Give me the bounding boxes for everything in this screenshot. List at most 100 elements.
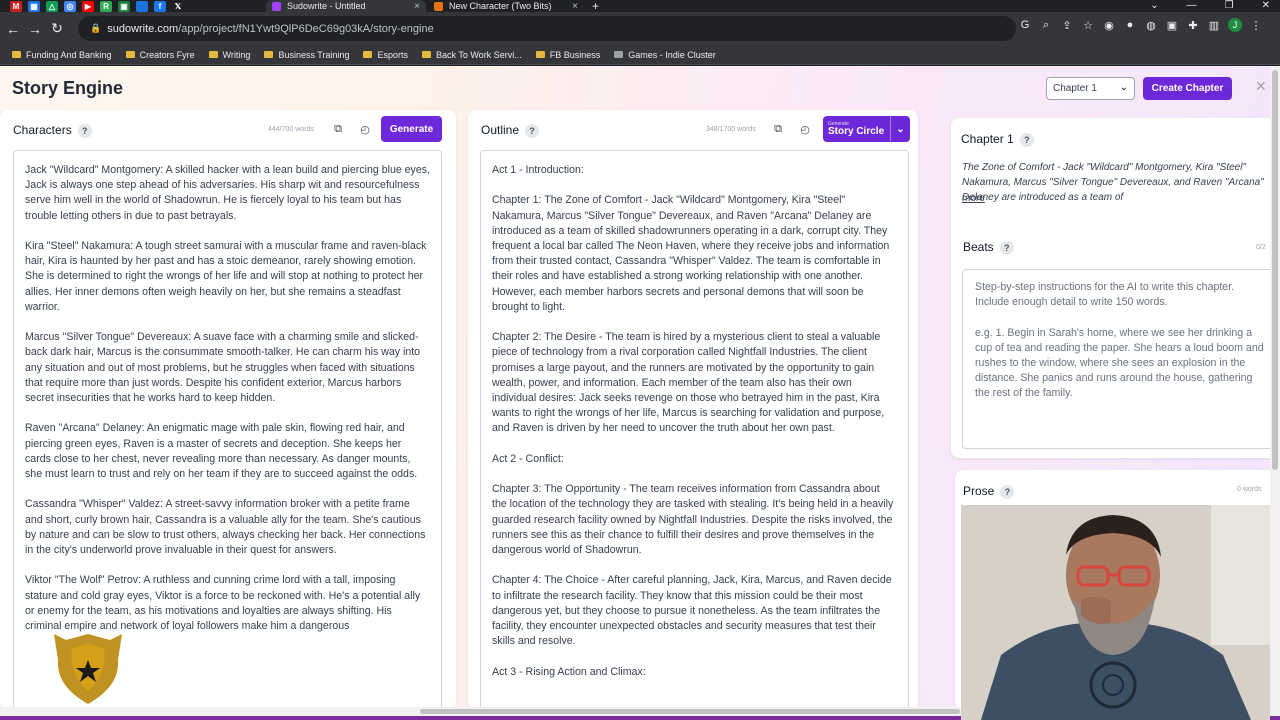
person-icon[interactable]: 👤 [136,0,148,12]
prose-title: Prose [963,484,995,498]
chapter-heading: Chapter 1? [961,132,1034,147]
minimize-icon[interactable]: — [1187,0,1197,11]
characters-panel: Characters? 444/700 words ⧉ ◴ Generate J… [0,110,456,707]
close-tab-icon[interactable]: × [414,1,420,12]
folder-icon [535,51,545,58]
character-paragraph: Raven "Arcana" Delaney: An enigmatic mag… [25,422,418,481]
bookmark-label: Back To Work Servi... [436,49,522,60]
sidebar-icon[interactable]: ▥ [1207,18,1221,32]
prose-heading: Prose? [963,484,1015,499]
reload-icon[interactable]: ↻ [46,20,68,37]
create-chapter-button[interactable]: Create Chapter [1143,77,1232,100]
help-icon[interactable]: ? [77,123,92,138]
chevron-down-icon[interactable]: ⌄ [890,116,910,142]
folder-icon [12,51,21,58]
bookmark-folder[interactable]: Business Training [264,50,349,60]
chapter-select[interactable]: Chapter 1 ⌄ [1046,77,1135,100]
close-icon[interactable]: ✕ [1255,78,1267,95]
prose-word-count: 0 words [1237,486,1262,493]
more-link[interactable]: more [962,193,985,204]
outline-title: Outline [481,123,520,137]
vertical-scrollbar[interactable] [1270,66,1280,707]
folder-icon [208,51,218,58]
word-count: 348/1700 words [706,126,756,133]
webcam-overlay [961,505,1270,720]
bookmark-label: Funding And Banking [26,49,112,60]
bookmark-label: Esports [377,49,408,60]
bookmark-folder[interactable]: Back To Work Servi... [422,50,522,60]
chapter-title: Chapter 1 [961,132,1014,146]
folder-icon [125,51,135,58]
calendar-icon[interactable]: ▦ [28,0,40,12]
drive-icon[interactable]: △ [46,0,58,12]
help-icon[interactable]: ? [999,240,1014,255]
generate-caption: Generate [828,120,849,127]
outline-paragraph: Act 2 - Conflict: [492,452,564,465]
character-paragraph: Marcus "Silver Tongue" Devereaux: A suav… [25,331,421,405]
outline-textarea[interactable]: Act 1 - Introduction: Chapter 1: The Zon… [480,150,909,707]
extension-icon[interactable]: ● [1123,18,1137,32]
sheets-icon[interactable]: ▣ [118,0,130,12]
scrollbar-thumb[interactable] [420,709,960,714]
bookmark-folder[interactable]: FB Business [535,49,601,60]
bookmark-label: Games - Indie Cluster [628,49,716,60]
bookmark-link[interactable]: Games - Indie Cluster [614,50,716,60]
window-close-icon[interactable]: ✕ [1262,0,1270,11]
help-icon[interactable]: ? [1000,484,1015,499]
restore-icon[interactable]: ❐ [1225,0,1234,11]
chevron-down-icon: ⌄ [1119,82,1128,93]
address-bar-row: ← → ↻ 🔒 sudowrite.com/app/project/fN1Ywt… [0,12,1280,45]
lock-icon[interactable]: 🔒 [90,23,101,34]
url-input[interactable]: 🔒 sudowrite.com/app/project/fN1Ywt9QlP6D… [78,16,1016,41]
copy-icon[interactable]: ⧉ [771,122,785,136]
x-icon[interactable]: 𝕏 [172,0,184,12]
bookmark-label: FB Business [549,49,601,60]
chrome-icon[interactable]: ◎ [64,0,76,12]
tab-title: New Character (Two Bits) [449,1,552,11]
profile-avatar[interactable]: J [1228,18,1242,32]
beats-placeholder: Step-by-step instructions for the AI to … [975,281,1235,309]
share-icon[interactable]: ⇪ [1060,18,1074,32]
tab-new-character[interactable]: New Character (Two Bits) × [428,0,584,12]
outline-panel: Outline? 348/1700 words ⧉ ◴ Generate Sto… [468,110,918,707]
history-icon[interactable]: ◴ [358,122,372,136]
bookmark-folder[interactable]: Creators Fyre [125,50,195,60]
puzzle-icon[interactable]: ✚ [1186,18,1200,32]
grammarly-icon[interactable]: ◍ [1144,18,1158,32]
beats-textarea[interactable]: Step-by-step instructions for the AI to … [962,269,1270,449]
extension-icon[interactable]: ▣ [1165,18,1179,32]
character-paragraph: Jack "Wildcard" Montgomery: A skilled ha… [25,164,430,222]
google-icon[interactable]: G [1018,18,1032,32]
extension-icon[interactable]: ◉ [1102,18,1116,32]
characters-textarea[interactable]: Jack "Wildcard" Montgomery: A skilled ha… [13,150,442,707]
story-circle-generate-button[interactable]: Generate Story Circle ⌄ [823,116,910,142]
characters-title: Characters [13,123,72,137]
menu-icon[interactable]: ⋮ [1249,18,1263,32]
zoom-icon[interactable]: ⌕ [1039,18,1053,32]
back-icon[interactable]: ← [2,21,24,37]
forward-icon[interactable]: → [24,21,46,37]
bookmark-folder[interactable]: Esports [363,50,408,60]
copy-icon[interactable]: ⧉ [331,122,345,136]
facebook-icon[interactable]: f [154,0,166,12]
site-icon [614,51,624,58]
tab-sudowrite[interactable]: Sudowrite - Untitled × [266,0,426,12]
help-icon[interactable]: ? [1019,132,1034,147]
chapter-select-value: Chapter 1 [1053,83,1097,94]
app-icon[interactable]: R [100,0,112,12]
characters-heading: Characters? [13,123,92,138]
tab-title: Sudowrite - Untitled [287,1,366,11]
outline-heading: Outline? [481,123,540,138]
youtube-icon[interactable]: ▶ [82,0,94,12]
scrollbar-thumb[interactable] [1272,70,1278,470]
beats-count: 0/2 [1256,244,1266,251]
history-icon[interactable]: ◴ [798,122,812,136]
bookmark-star-icon[interactable]: ☆ [1081,18,1095,32]
close-tab-icon[interactable]: × [572,1,578,12]
bookmark-folder[interactable]: Funding And Banking [12,50,112,60]
tab-search-icon[interactable]: ⌄ [1150,0,1158,11]
generate-button[interactable]: Generate [381,116,442,142]
bookmark-folder[interactable]: Writing [208,50,250,60]
gmail-icon[interactable]: M [10,0,22,12]
help-icon[interactable]: ? [525,123,540,138]
